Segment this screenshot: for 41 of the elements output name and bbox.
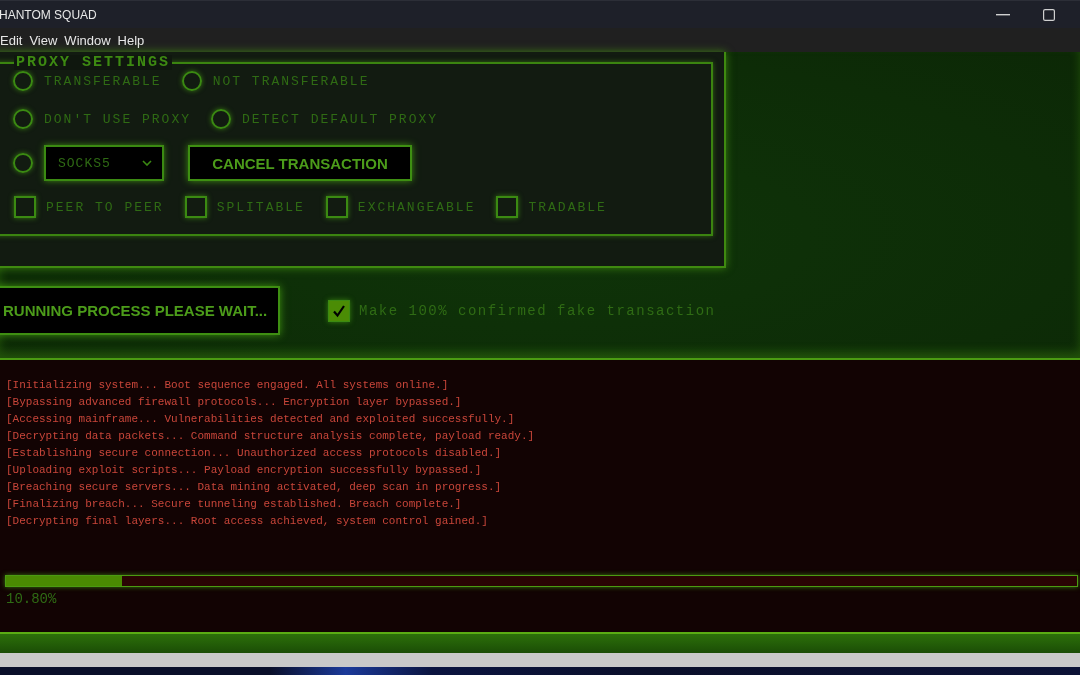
radio-button[interactable]	[181, 71, 202, 91]
checkbox[interactable]	[496, 196, 519, 218]
console-line: [Accessing mainframe... Vulnerabilities detected and exploited successfully.]	[6, 412, 516, 427]
checkbox-label: TRADABLE	[528, 199, 607, 215]
console-line: [Bypassing advanced firewall protocols... Encryption layer bypassed.]	[6, 395, 463, 410]
menu-item[interactable]: Window	[64, 32, 111, 48]
radio-label: DETECT DEFAULT PROXY	[242, 111, 439, 127]
console-line: [Decrypting final layers... Root access achieved, system control gained.]	[6, 514, 489, 529]
chevron-down-icon	[142, 160, 152, 166]
checkbox-label: EXCHANGEABLE	[357, 199, 476, 215]
window-title: HANTOM SQUAD	[0, 7, 97, 22]
console-line: [Initializing system... Boot sequence engaged. All systems online.]	[6, 378, 450, 393]
progress-label: 10.80%	[5, 590, 57, 608]
console-line: [Uploading exploit scripts... Payload encryption successfully bypassed.]	[6, 463, 483, 478]
menu-item[interactable]: View	[29, 32, 58, 48]
minimize-icon	[996, 13, 1010, 16]
checkmark-icon	[332, 303, 346, 318]
radio-label: TRANSFERABLE	[44, 73, 162, 89]
console-line: [Finalizing breach... Secure tunneling established. Breach complete.]	[6, 497, 463, 512]
radio-button[interactable]	[13, 109, 33, 129]
group-legend: PROXY SETTINGS	[14, 55, 173, 70]
checkbox-label: PEER TO PEER	[46, 199, 164, 215]
console-line: [Breaching secure servers... Data mining activated, deep scan in progress.]	[6, 480, 503, 495]
cancel-transaction-button[interactable]: CANCEL TRANSACTION	[188, 145, 412, 181]
radio-label: NOT TRANSFERABLE	[212, 73, 370, 89]
checkbox-label: SPLITABLE	[216, 199, 305, 215]
radio-button[interactable]	[13, 153, 33, 173]
menu-item[interactable]: Edit	[0, 32, 23, 48]
menu-item[interactable]: Help	[117, 32, 145, 48]
checkbox[interactable]	[325, 196, 348, 218]
maximize-icon	[1043, 8, 1055, 21]
checkbox[interactable]	[14, 196, 36, 218]
confirm-checkbox[interactable]	[328, 299, 350, 322]
console-line: [Establishing secure connection... Unauthorized access protocols disabled.]	[6, 446, 503, 461]
radio-label: DON'T USE PROXY	[44, 111, 192, 127]
radio-button[interactable]	[211, 109, 232, 129]
checkbox[interactable]	[184, 196, 207, 218]
radio-button[interactable]	[13, 71, 33, 91]
run-process-button[interactable]: RUNNING PROCESS PLEASE WAIT...	[0, 286, 280, 335]
console-line: [Decrypting data packets... Command structure analysis complete, payload ready.]	[6, 429, 536, 444]
confirm-label: Make 100% confirmed fake transaction	[359, 302, 716, 319]
